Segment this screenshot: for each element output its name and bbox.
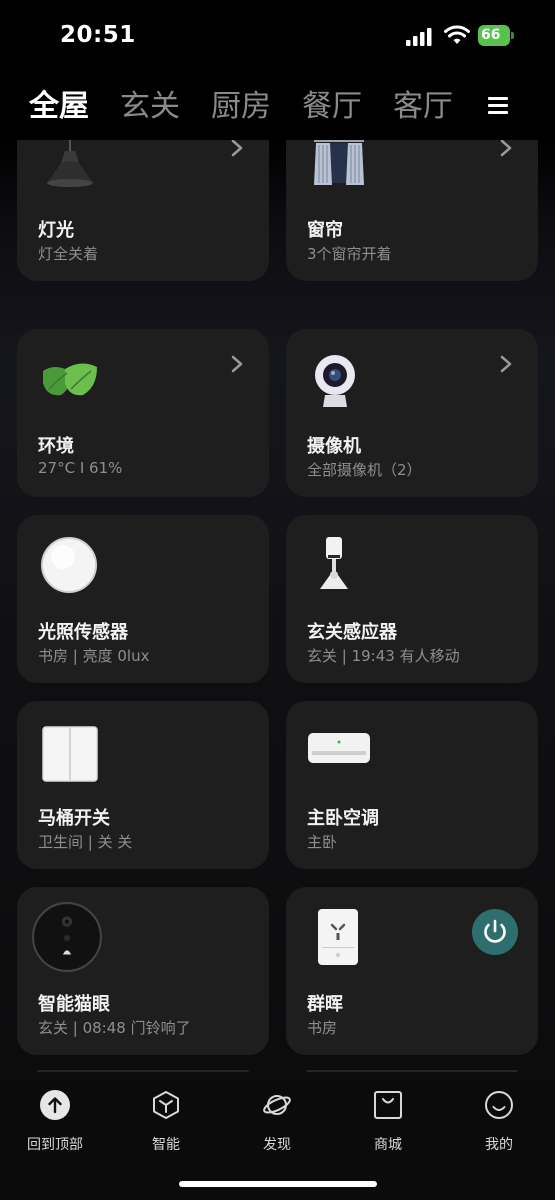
shopping-bag-icon [374,1091,402,1119]
smiley-icon [485,1091,513,1119]
card-title: 摄像机 [307,436,361,457]
nav-label: 智能 [152,1137,180,1153]
card-smart-peephole[interactable]: 智能猫眼 玄关 | 08:48 门铃响了 [17,887,269,1055]
card-synology[interactable]: 群晖 书房 [286,887,538,1055]
arrow-up-icon [40,1090,70,1120]
home-indicator[interactable] [179,1181,377,1187]
card-subtitle: 27°C I 61% [38,459,123,477]
chevron-right-icon [231,355,243,373]
card-subtitle: 全部摄像机（2） [307,461,422,479]
nav-label: 我的 [485,1137,513,1153]
leaf-icon [43,363,97,396]
power-button[interactable] [472,909,518,955]
nav-label: 发现 [263,1137,291,1153]
smart-plug-icon [318,909,358,965]
card-curtains[interactable]: 窗帘 3个窗帘开着 [286,140,538,281]
card-title: 马桶开关 [38,808,110,829]
air-conditioner-icon [308,733,370,763]
tab-whole-house[interactable]: 全屋 [29,85,89,129]
card-subtitle: 主卧 [307,833,338,851]
card-title: 光照传感器 [38,622,128,643]
card-title: 主卧空调 [307,808,379,829]
card-cameras[interactable]: 摄像机 全部摄像机（2） [286,329,538,497]
tab-living-room[interactable]: 客厅 [393,85,453,129]
chevron-right-icon [231,140,243,157]
battery-icon: 66 [478,25,514,46]
card-title: 环境 [38,436,74,457]
card-environment[interactable]: 环境 27°C I 61% [17,329,269,497]
wall-switch-icon [42,726,98,782]
curtain-icon [314,140,364,185]
camera-icon [315,355,355,407]
nav-mall[interactable]: 商城 [343,1088,433,1158]
motion-sensor-icon [320,537,348,589]
card-toilet-switch[interactable]: 马桶开关 卫生间 | 关 关 [17,701,269,869]
battery-level: 66 [478,25,510,46]
card-lights[interactable]: 灯光 灯全关着 [17,140,269,281]
card-title: 群晖 [307,994,343,1015]
card-subtitle: 3个窗帘开着 [307,245,392,263]
tab-kitchen[interactable]: 厨房 [211,85,271,129]
card-subtitle: 书房 [307,1019,338,1037]
cellular-signal-icon [406,28,432,46]
nav-discover[interactable]: 发现 [232,1088,322,1158]
card-subtitle: 玄关 | 08:48 门铃响了 [38,1019,191,1037]
wifi-icon [444,25,470,44]
light-sensor-icon [41,537,97,593]
card-title: 窗帘 [307,220,343,241]
power-icon [484,919,506,943]
smart-peephole-icon [32,902,102,972]
menu-icon[interactable] [488,97,510,117]
status-bar: 20:51 66 [0,0,555,70]
nav-back-to-top[interactable]: 回到顶部 [10,1088,100,1158]
card-light-sensor[interactable]: 光照传感器 书房 | 亮度 0lux [17,515,269,683]
pendant-lamp-icon [47,140,93,187]
cube-icon [153,1091,179,1119]
card-subtitle: 灯全关着 [38,245,99,263]
planet-icon [263,1095,291,1115]
card-subtitle: 卫生间 | 关 关 [38,833,133,851]
card-title: 智能猫眼 [38,994,110,1015]
chevron-right-icon [500,140,512,157]
room-tabs: 全屋 玄关 厨房 餐厅 客厅 [0,85,555,135]
device-grid: 灯光 灯全关着 窗帘 3个窗帘开着 环境 27°C I 61% 摄像机 全部摄像… [0,140,555,1070]
card-title: 灯光 [38,220,74,241]
nav-label: 回到顶部 [27,1137,83,1153]
tab-entrance[interactable]: 玄关 [120,85,180,129]
tab-dining-room[interactable]: 餐厅 [302,85,362,129]
card-title: 玄关感应器 [307,622,397,643]
card-subtitle: 书房 | 亮度 0lux [38,647,150,665]
nav-label: 商城 [374,1137,402,1153]
status-time: 20:51 [60,22,136,48]
next-row-edge [0,1070,555,1080]
card-motion-sensor[interactable]: 玄关感应器 玄关 | 19:43 有人移动 [286,515,538,683]
card-subtitle: 玄关 | 19:43 有人移动 [307,647,460,665]
nav-smart[interactable]: 智能 [121,1088,211,1158]
card-master-ac[interactable]: 主卧空调 主卧 [286,701,538,869]
nav-me[interactable]: 我的 [454,1088,544,1158]
chevron-right-icon [500,355,512,373]
